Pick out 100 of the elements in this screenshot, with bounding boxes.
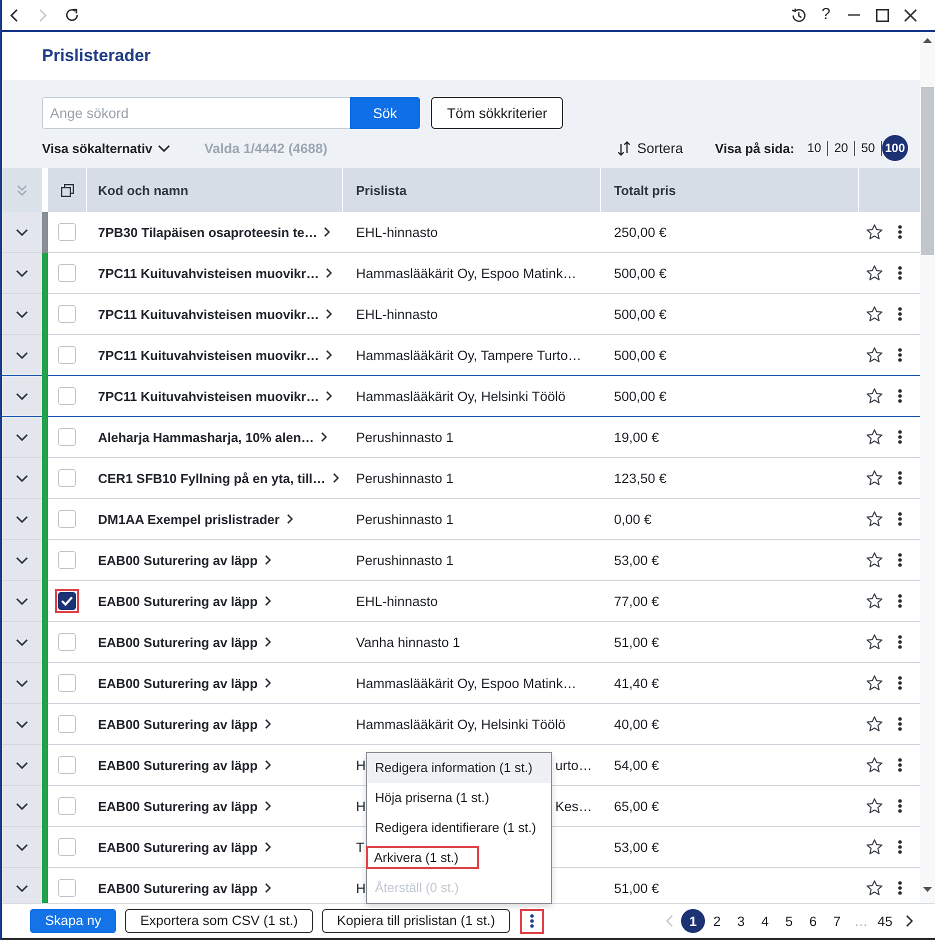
page-size-option[interactable]: 20: [828, 135, 854, 161]
page-button[interactable]: 6: [801, 909, 825, 933]
more-button[interactable]: [896, 633, 904, 651]
page-button[interactable]: 1: [681, 909, 705, 933]
action-button[interactable]: Exportera som CSV (1 st.): [125, 909, 313, 933]
action-button[interactable]: Kopiera till prislistan (1 st.): [322, 909, 510, 933]
search-field[interactable]: Ange sökord: [42, 97, 350, 129]
page-size-option[interactable]: 50: [855, 135, 881, 161]
page-size-option[interactable]: 100: [882, 135, 908, 161]
more-button[interactable]: [896, 879, 904, 897]
chevron-down-icon: [16, 638, 28, 646]
chevron-down-icon: [16, 474, 28, 482]
vertical-dots-icon: [898, 348, 902, 362]
item-link[interactable]: 7PB30 Tilapäisen osaproteesin te…: [98, 224, 330, 240]
history-icon: [790, 8, 806, 22]
item-link[interactable]: 7PC11 Kuituvahvisteisen muovikr…: [98, 266, 332, 280]
pagination-ellipsis: …: [853, 914, 869, 928]
vertical-dots-icon: [898, 266, 902, 280]
item-link[interactable]: EAB00 Suturering av läpp: [98, 634, 271, 650]
page-button[interactable]: 5: [777, 909, 801, 933]
more-button[interactable]: [896, 551, 904, 569]
table-cell: H: [356, 880, 366, 896]
help-button[interactable]: ?: [815, 3, 837, 27]
table-cell: 77,00 €: [614, 594, 660, 608]
table-cell: 123,50 €: [614, 470, 667, 486]
vertical-dots-icon: [898, 225, 902, 239]
item-link[interactable]: Aleharja Hammasharja, 10% alen…: [98, 430, 328, 444]
chevron-right-icon: [286, 514, 293, 524]
page-button[interactable]: 3: [729, 909, 753, 933]
menu-item[interactable]: Höja priserna (1 st.): [367, 783, 551, 813]
scrollbar-thumb[interactable]: [921, 87, 934, 255]
chevron-right-icon: [264, 678, 271, 688]
more-button[interactable]: [896, 223, 904, 241]
item-link[interactable]: CER1 SFB10 Fyllning på en yta, till…: [98, 470, 339, 486]
menu-item[interactable]: Redigera information (1 st.): [367, 753, 551, 783]
page-button[interactable]: 45: [873, 909, 897, 933]
page-button[interactable]: 4: [753, 909, 777, 933]
item-link[interactable]: EAB00 Suturering av läpp: [98, 880, 271, 896]
item-link[interactable]: DM1AA Exempel prislistrader: [98, 512, 293, 526]
table-cell: 19,00 €: [614, 430, 660, 444]
item-link[interactable]: 7PC11 Kuituvahvisteisen muovikr…: [98, 306, 332, 322]
more-button[interactable]: [896, 387, 904, 405]
more-button[interactable]: [896, 510, 904, 528]
page-button[interactable]: 2: [705, 909, 729, 933]
sort-button[interactable]: Sortera: [617, 140, 684, 156]
maximize-icon: [876, 8, 888, 22]
search-button[interactable]: Sök: [350, 97, 420, 129]
table-cell: Perushinnasto 1: [356, 430, 454, 444]
chevron-down-icon: [16, 352, 28, 358]
chevron-left-icon: [10, 8, 18, 22]
table-cell: Perushinnasto 1: [356, 512, 454, 526]
chevron-down-icon: [16, 392, 28, 400]
item-link[interactable]: EAB00 Suturering av läpp: [98, 840, 271, 854]
item-link[interactable]: EAB00 Suturering av läpp: [98, 716, 271, 732]
more-button[interactable]: [896, 674, 904, 692]
item-link[interactable]: 7PC11 Kuituvahvisteisen muovikr…: [98, 388, 332, 404]
page-size-option[interactable]: 10: [801, 135, 828, 161]
more-button[interactable]: [896, 715, 904, 733]
item-link[interactable]: EAB00 Suturering av läpp: [98, 676, 271, 690]
menu-item[interactable]: Arkivera (1 st.): [366, 846, 479, 869]
more-button[interactable]: [896, 592, 904, 610]
more-button[interactable]: [896, 756, 904, 774]
create-button[interactable]: Skapa ny: [30, 909, 116, 933]
clear-button[interactable]: Töm sökkriterier: [431, 97, 564, 129]
more-button[interactable]: [896, 428, 904, 446]
search-options-toggle[interactable]: Visa sökalternativ: [42, 140, 170, 156]
chevron-right-icon: [39, 8, 47, 22]
chevron-right-icon: [332, 473, 339, 483]
more-button[interactable]: [896, 469, 904, 487]
more-actions-button[interactable]: [520, 908, 544, 934]
sort-arrows-icon: [617, 140, 632, 156]
item-link[interactable]: EAB00 Suturering av läpp: [98, 758, 271, 772]
page-button[interactable]: 7: [825, 909, 849, 933]
menu-item[interactable]: Redigera identifierare (1 st.): [367, 813, 551, 843]
table-cell: Hammaslääkärit Oy, Tampere Turto…: [356, 348, 582, 362]
chevron-down-icon: [16, 762, 28, 768]
table-cell: 65,00 €: [614, 798, 660, 814]
item-link[interactable]: EAB00 Suturering av läpp: [98, 798, 271, 814]
more-button[interactable]: [896, 264, 904, 282]
vertical-dots-icon: [898, 553, 902, 567]
more-button[interactable]: [896, 838, 904, 856]
vertical-dots-icon: [898, 512, 902, 526]
vertical-dots-icon: [898, 799, 902, 813]
page-title: Prislisterader: [42, 46, 151, 66]
vertical-dots-icon: [898, 471, 902, 485]
item-link[interactable]: EAB00 Suturering av läpp: [98, 552, 271, 568]
item-link[interactable]: 7PC11 Kuituvahvisteisen muovikr…: [98, 348, 332, 362]
chevron-down-icon: [16, 802, 28, 810]
more-button[interactable]: [896, 305, 904, 323]
chevron-down-icon: [16, 720, 28, 728]
table-cell: 0,00 €: [614, 512, 652, 526]
more-button[interactable]: [896, 346, 904, 364]
chevron-right-icon: [326, 391, 332, 401]
chevron-right-icon: [264, 596, 271, 606]
item-link[interactable]: EAB00 Suturering av läpp: [98, 594, 271, 608]
table-cell: 500,00 €: [614, 266, 667, 280]
more-button[interactable]: [896, 797, 904, 815]
chevron-right-icon: [264, 555, 271, 565]
vertical-dots-icon: [898, 758, 902, 772]
table-cell: 250,00 €: [614, 224, 667, 240]
